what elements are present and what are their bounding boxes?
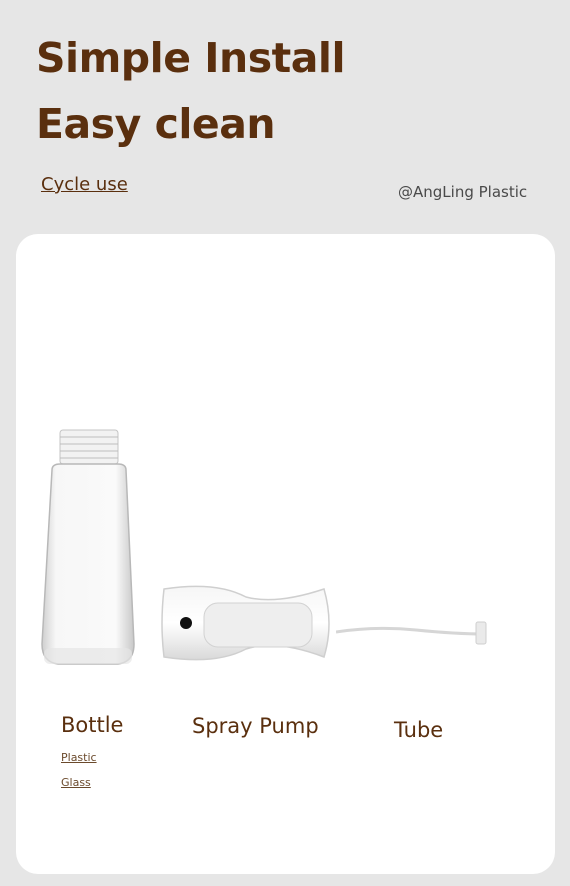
spray-pump-image	[161, 585, 330, 661]
bottle-label: Bottle	[61, 713, 124, 737]
headline-easy-clean: Easy clean	[36, 100, 276, 148]
spray-pump-label: Spray Pump	[192, 714, 319, 738]
bottle-image	[41, 429, 135, 665]
bottle-material-glass[interactable]: Glass	[61, 776, 91, 789]
brand-watermark: @AngLing Plastic	[398, 183, 528, 201]
bottle-material-plastic[interactable]: Plastic	[61, 751, 97, 764]
headline-simple-install: Simple Install	[36, 34, 346, 82]
tube-image	[336, 621, 487, 645]
cycle-use-link[interactable]: Cycle use	[41, 174, 128, 195]
product-card: Bottle Plastic Glass Spray Pump Tube	[16, 234, 555, 874]
tube-label: Tube	[394, 718, 444, 742]
